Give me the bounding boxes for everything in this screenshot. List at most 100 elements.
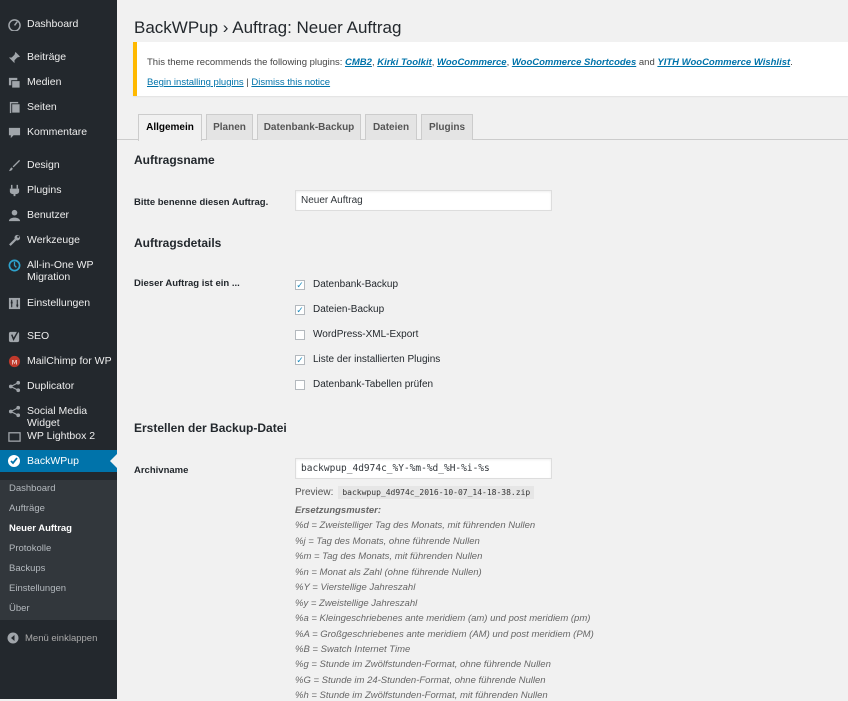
sidebar-item-label: Werkzeuge	[27, 234, 80, 246]
notice-plugin-link[interactable]: Kirki Toolkit	[377, 57, 432, 68]
admin-sidebar: Dashboard Beiträge Medien Seiten Komment…	[0, 0, 117, 699]
tab-plugins[interactable]: Plugins	[421, 114, 473, 140]
mailchimp-icon: M	[7, 354, 21, 368]
job-name-label: Bitte benenne diesen Auftrag.	[134, 197, 269, 208]
sidebar-item-all-in-one-migration[interactable]: All-in-One WP Migration	[0, 258, 117, 283]
sidebar-item-label: Dashboard	[27, 18, 79, 30]
job-name-input[interactable]: Neuer Auftrag	[295, 190, 552, 211]
checkbox-label: Datenbank-Tabellen prüfen	[313, 379, 434, 390]
submenu-item-settings[interactable]: Einstellungen	[9, 583, 66, 594]
comment-icon	[7, 125, 21, 139]
pattern-item: %B = Swatch Internet Time	[295, 644, 411, 655]
submenu-item-jobs[interactable]: Aufträge	[9, 503, 45, 514]
collapse-menu-button[interactable]: Menü einklappen	[7, 632, 97, 644]
sidebar-item-social-media-widget[interactable]: Social Media Widget	[0, 404, 117, 429]
plugin-list-checkbox[interactable]: ✓	[295, 354, 305, 365]
sidebar-item-comments[interactable]: Kommentare	[0, 125, 117, 139]
sidebar-item-label: WP Lightbox 2	[27, 430, 96, 442]
sidebar-item-duplicator[interactable]: Duplicator	[0, 379, 117, 393]
checkbox-row-plugin-list[interactable]: ✓ Liste der installierten Plugins	[295, 354, 440, 365]
sidebar-item-settings[interactable]: Einstellungen	[0, 296, 117, 310]
lightbox-icon	[7, 429, 21, 443]
sidebar-item-plugins[interactable]: Plugins	[0, 183, 117, 197]
dashboard-icon	[7, 17, 21, 31]
share-icon	[7, 404, 21, 418]
checkbox-row-xml-export[interactable]: WordPress-XML-Export	[295, 329, 418, 340]
submenu-item-backups[interactable]: Backups	[9, 563, 45, 574]
sidebar-item-posts[interactable]: Beiträge	[0, 50, 117, 64]
sidebar-item-label: Seiten	[27, 101, 57, 113]
preview-filename: backwpup_4d974c_2016-10-07_14-18-38.zip	[338, 486, 535, 499]
pattern-item: %j = Tag des Monats, ohne führende Nulle…	[295, 536, 480, 547]
tab-database-backup[interactable]: Datenbank-Backup	[257, 114, 361, 140]
sidebar-item-label: Beiträge	[27, 51, 67, 63]
submenu-item-logs[interactable]: Protokolle	[9, 543, 51, 554]
check-tables-checkbox[interactable]	[295, 379, 305, 390]
dismiss-notice-link[interactable]: Dismiss this notice	[251, 77, 330, 88]
media-icon	[7, 75, 21, 89]
checkbox-label: Liste der installierten Plugins	[313, 354, 441, 365]
sidebar-item-users[interactable]: Benutzer	[0, 208, 117, 222]
sidebar-item-media[interactable]: Medien	[0, 75, 117, 89]
archive-name-input[interactable]: backwpup_4d974c_%Y-%m-%d_%H-%i-%s	[295, 458, 552, 479]
brush-icon	[7, 158, 21, 172]
sidebar-item-seo[interactable]: SEO	[0, 329, 117, 343]
notice-plugin-link[interactable]: WooCommerce	[437, 57, 507, 68]
notice-prefix: This theme recommends the following plug…	[147, 57, 346, 68]
section-title-backup-file: Erstellen der Backup-Datei	[134, 421, 287, 435]
pattern-item: %y = Zweistellige Jahreszahl	[295, 598, 418, 609]
begin-installing-plugins-link[interactable]: Begin installing plugins	[147, 77, 244, 88]
pattern-item: %G = Stunde im 24-Stunden-Format, ohne f…	[295, 675, 546, 686]
sidebar-item-label: Einstellungen	[27, 297, 91, 309]
submenu-item-new-job[interactable]: Neuer Auftrag	[9, 523, 72, 534]
database-backup-checkbox[interactable]: ✓	[295, 279, 305, 290]
submenu-item-about[interactable]: Über	[9, 603, 30, 614]
sidebar-item-label: Plugins	[27, 184, 62, 196]
job-type-label: Dieser Auftrag ist ein ...	[134, 278, 240, 289]
tab-general[interactable]: Allgemein	[138, 114, 202, 141]
settings-icon	[7, 296, 21, 310]
page-title: BackWPup › Auftrag: Neuer Auftrag	[134, 18, 402, 37]
checkbox-label: Datenbank-Backup	[313, 279, 399, 290]
sidebar-item-wp-lightbox[interactable]: WP Lightbox 2	[0, 429, 117, 443]
pattern-item: %g = Stunde im Zwölfstunden-Format, ohne…	[295, 659, 551, 670]
notice-suffix: .	[790, 57, 793, 68]
sidebar-item-label: Duplicator	[27, 380, 75, 392]
tab-files[interactable]: Dateien	[365, 114, 417, 140]
sidebar-item-label: All-in-One WP Migration	[27, 259, 94, 283]
notice-plugin-link[interactable]: WooCommerce Shortcodes	[512, 57, 636, 68]
pattern-item: %Y = Vierstellige Jahreszahl	[295, 582, 416, 593]
sidebar-item-tools[interactable]: Werkzeuge	[0, 233, 117, 247]
sidebar-item-backwpup[interactable]: BackWPup	[0, 450, 117, 472]
sidebar-item-dashboard[interactable]: Dashboard	[0, 17, 117, 31]
notice-plugin-link[interactable]: YITH WooCommerce Wishlist	[657, 57, 790, 68]
backwpup-submenu: Dashboard Aufträge Neuer Auftrag Protoko…	[0, 480, 117, 620]
sidebar-item-label: Medien	[27, 76, 62, 88]
sidebar-item-mailchimp[interactable]: M MailChimp for WP	[0, 354, 117, 368]
checkbox-row-database-backup[interactable]: ✓ Datenbank-Backup	[295, 279, 398, 290]
tab-schedule[interactable]: Planen	[206, 114, 253, 140]
job-tabs: Allgemein Planen Datenbank-Backup Dateie…	[117, 114, 848, 141]
sidebar-item-label: Kommentare	[27, 126, 88, 138]
sidebar-item-label: MailChimp for WP	[27, 355, 112, 367]
archive-preview: Preview: backwpup_4d974c_2016-10-07_14-1…	[295, 486, 535, 499]
pattern-item: %m = Tag des Monats, mit führenden Nulle…	[295, 551, 483, 562]
notice-sep: and	[636, 57, 658, 68]
files-backup-checkbox[interactable]: ✓	[295, 304, 305, 315]
sidebar-item-pages[interactable]: Seiten	[0, 100, 117, 114]
pattern-item: %A = Großgeschriebenes ante meridiem (AM…	[295, 629, 594, 640]
sidebar-item-design[interactable]: Design	[0, 158, 117, 172]
pattern-item: %n = Monat als Zahl (ohne führende Nulle…	[295, 567, 482, 578]
notice-actions: Begin installing plugins | Dismiss this …	[147, 77, 330, 88]
section-title-job-name: Auftragsname	[134, 153, 215, 167]
xml-export-checkbox[interactable]	[295, 329, 305, 340]
sidebar-item-label: SEO	[27, 330, 50, 342]
main-content: BackWPup › Auftrag: Neuer Auftrag This t…	[117, 0, 848, 701]
sidebar-item-label: Social Media Widget	[27, 405, 88, 429]
notice-plugin-link[interactable]: CMB2	[345, 57, 372, 68]
checkbox-row-files-backup[interactable]: ✓ Dateien-Backup	[295, 304, 384, 315]
checkbox-label: WordPress-XML-Export	[313, 329, 419, 340]
checkbox-row-check-tables[interactable]: Datenbank-Tabellen prüfen	[295, 379, 433, 390]
submenu-item-dashboard[interactable]: Dashboard	[9, 483, 55, 494]
section-title-job-details: Auftragsdetails	[134, 236, 222, 250]
